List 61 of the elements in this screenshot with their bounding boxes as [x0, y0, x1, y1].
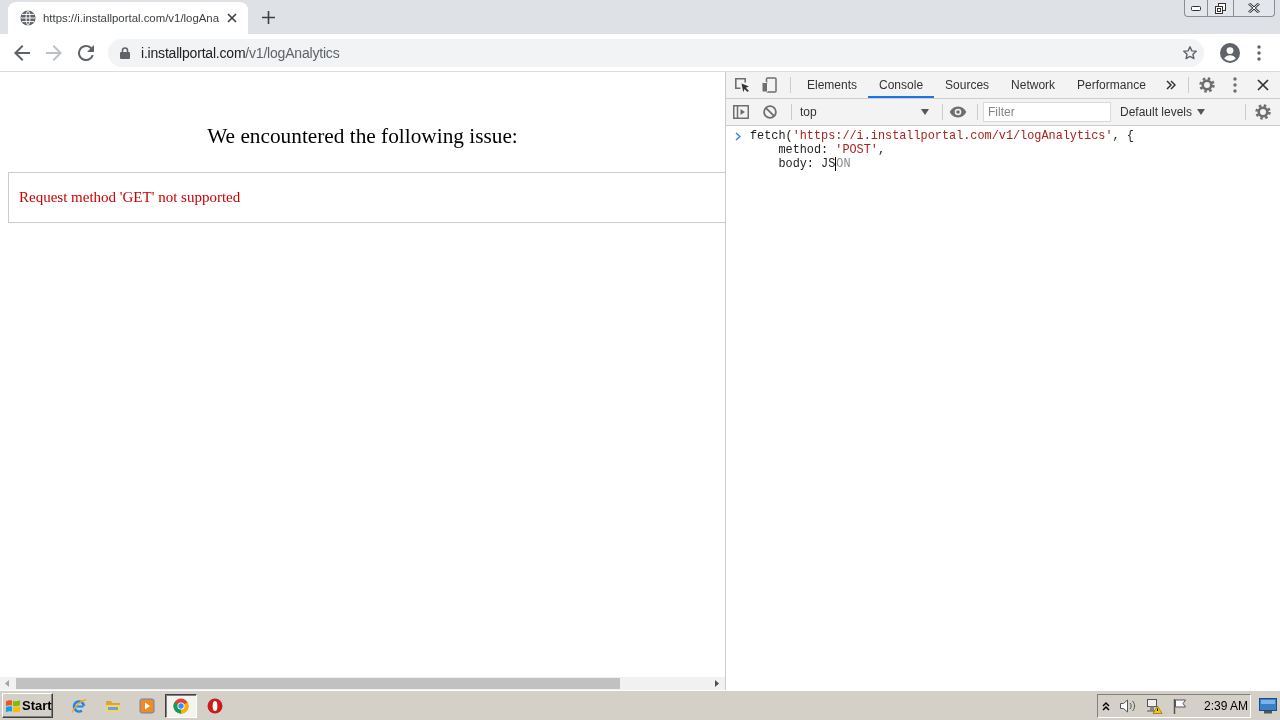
kebab-menu-icon [1257, 44, 1261, 61]
star-icon[interactable] [1182, 44, 1198, 61]
browser-tab[interactable]: https://i.installportal.com/v1/logAna [8, 2, 248, 34]
code-line: body: JSON [778, 157, 851, 171]
chevrons-up-icon[interactable] [1101, 700, 1110, 711]
globe-icon [20, 10, 36, 26]
address-bar[interactable]: i.installportal.com/v1/logAnalytics [108, 38, 1204, 67]
kebab-menu-icon [1233, 77, 1237, 93]
tricolor-ring-icon [173, 697, 189, 714]
filter-input[interactable]: Filter [983, 102, 1111, 122]
settings-icon [1199, 77, 1215, 93]
plus-icon[interactable] [262, 10, 275, 24]
speaker-icon[interactable] [1118, 697, 1137, 714]
o-logo-icon [207, 697, 223, 714]
url-text: i.installportal.com/v1/logAnalytics [141, 44, 340, 61]
media-player-button[interactable] [139, 697, 155, 714]
sidebar-icon [733, 105, 749, 119]
caret-down-icon [1197, 109, 1206, 115]
settings-icon [1255, 104, 1271, 120]
clock[interactable]: 2:39 AM [1203, 698, 1248, 713]
devtools-tab[interactable]: Performance [1066, 72, 1157, 98]
levels-dropdown[interactable]: Default levels [1116, 101, 1210, 123]
lock-icon [120, 46, 130, 59]
restore-icon [1215, 2, 1226, 14]
double-chevron-right-icon [1165, 80, 1176, 90]
page-heading: We encountered the following issue: [207, 124, 518, 148]
horizontal-scrollbar[interactable] [0, 677, 725, 690]
show-desktop-icon[interactable] [1259, 697, 1277, 714]
close-button[interactable] [1234, 0, 1275, 17]
close-icon [1257, 79, 1269, 91]
arrow-right-icon [46, 44, 62, 61]
close-icon[interactable] [227, 13, 237, 23]
block-icon [763, 105, 777, 119]
caret-down-icon [921, 109, 929, 115]
devtools-tab[interactable]: Sources [934, 72, 1001, 98]
reload-icon [78, 44, 94, 61]
network-warning-icon[interactable] [1145, 697, 1163, 714]
browser-window-button[interactable] [165, 693, 197, 718]
devtools-tab[interactable]: Elements [796, 72, 869, 98]
devtools-tab[interactable]: Network [1000, 72, 1067, 98]
context-select[interactable]: top [797, 101, 937, 123]
windows-flag-icon [5, 697, 21, 714]
arrow-left-icon [14, 44, 30, 61]
play-button-icon [139, 697, 155, 714]
devices-icon [761, 77, 777, 93]
flag-icon[interactable] [1171, 697, 1188, 714]
restore-button[interactable] [1208, 0, 1234, 17]
minimize-button[interactable] [1184, 0, 1208, 17]
cursor-in-box-icon [734, 77, 750, 93]
web-browser-button[interactable] [207, 697, 223, 714]
e-logo-icon [71, 697, 87, 714]
scrollbar-thumb[interactable] [16, 678, 620, 689]
close-icon [1248, 3, 1260, 13]
error-message: Request method 'GET' not supported [19, 189, 241, 206]
code-line: fetch('https://i.installportal.com/v1/logAnalytics', { [750, 129, 1134, 143]
person-icon [1220, 42, 1240, 63]
arrow-right-icon[interactable] [715, 680, 719, 687]
start-button[interactable]: Start [2, 693, 53, 718]
minimize-icon [1191, 5, 1201, 11]
eye-icon [949, 106, 967, 118]
code-line: method: 'POST', [778, 143, 886, 157]
